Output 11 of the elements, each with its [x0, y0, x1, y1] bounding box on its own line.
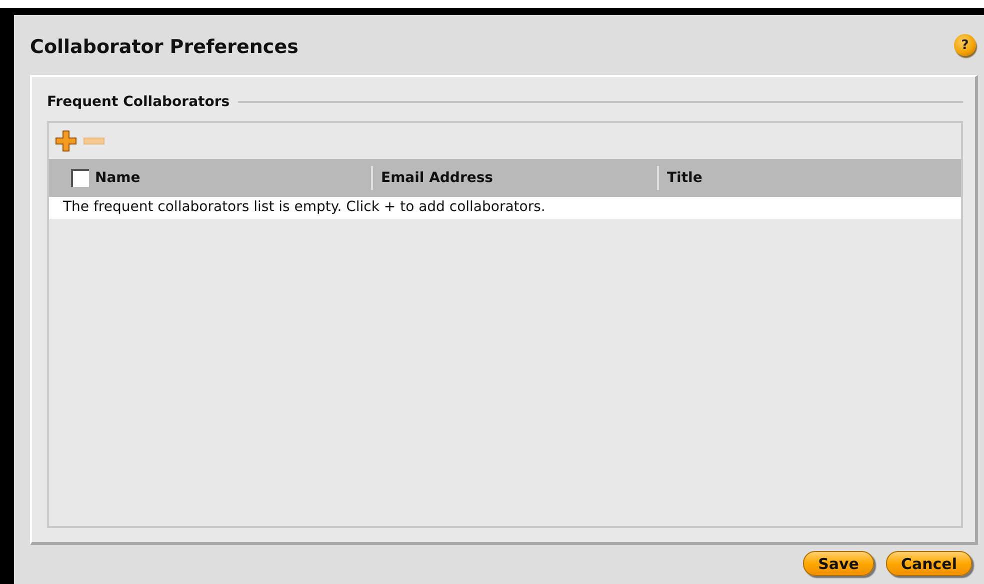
empty-message: The frequent collaborators list is empty. Click + to add collaborators.	[49, 197, 961, 219]
plus-icon[interactable]	[55, 130, 77, 152]
window-title: Collaborator Preferences	[30, 35, 300, 58]
column-header[interactable]: Email Address	[381, 170, 494, 186]
section-title: Frequent Collaborators	[47, 94, 230, 110]
select-all-checkbox[interactable]	[71, 169, 89, 187]
help-button[interactable]: ?	[954, 34, 976, 56]
column-header[interactable]: Title	[667, 170, 702, 186]
save-button[interactable]: Save	[803, 551, 874, 576]
column-header[interactable]: Name	[95, 170, 140, 186]
cancel-button[interactable]: Cancel	[886, 551, 972, 576]
